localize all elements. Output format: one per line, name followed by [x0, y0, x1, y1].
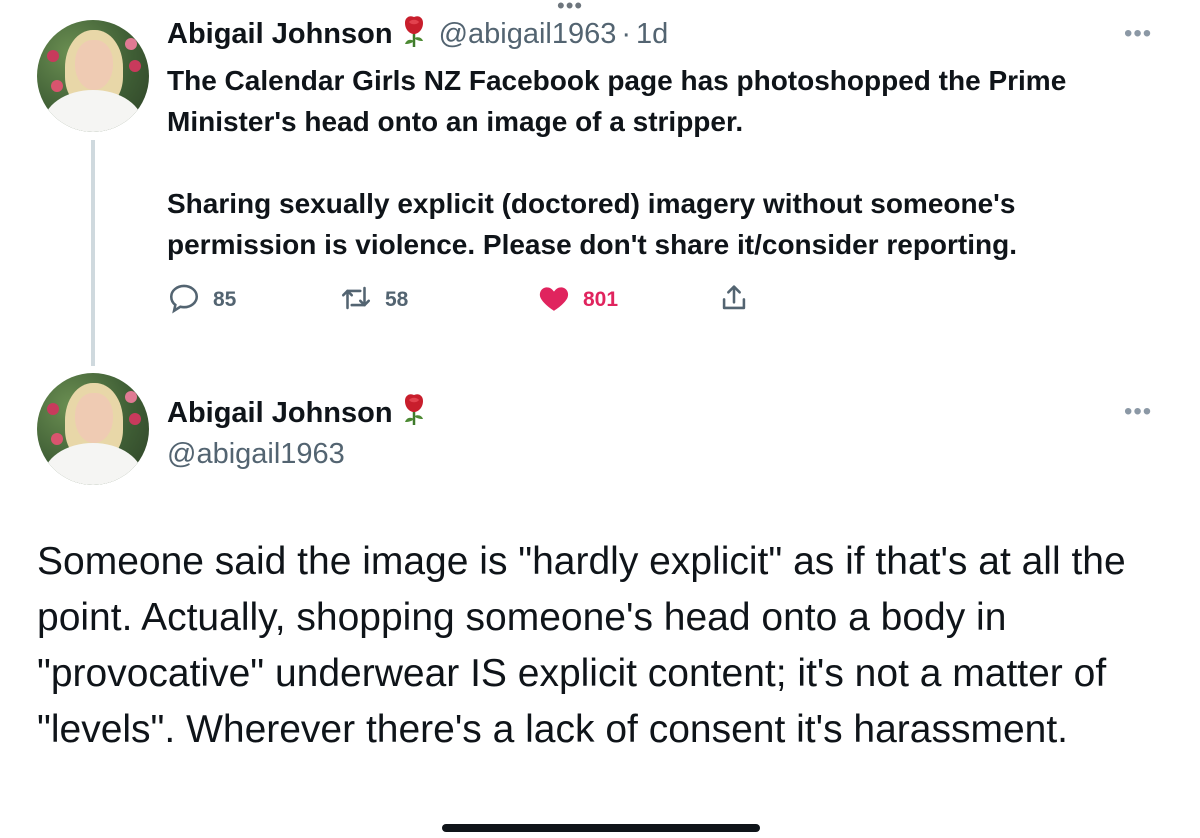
share-button[interactable] — [717, 282, 751, 318]
tweet-time[interactable]: 1d — [636, 18, 668, 50]
avatar[interactable] — [37, 20, 149, 132]
top-more-icon[interactable]: ••• — [557, 0, 583, 17]
rose-icon — [397, 14, 431, 64]
share-icon — [717, 281, 751, 320]
tweet-header: Abigail Johnson @abigail1963 · 1d — [167, 14, 668, 54]
retweet-icon — [339, 281, 373, 320]
reply-button[interactable]: 85 — [167, 282, 236, 318]
thread-line — [91, 140, 95, 366]
separator-dot: · — [621, 18, 632, 51]
home-indicator[interactable] — [442, 824, 760, 832]
tweet-paragraph: The Calendar Girls NZ Facebook page has … — [167, 65, 1067, 137]
more-options-icon[interactable]: ••• — [1124, 20, 1152, 48]
rose-icon — [397, 392, 431, 437]
author-name[interactable]: Abigail Johnson — [167, 397, 393, 429]
like-count: 801 — [583, 288, 619, 311]
author-handle[interactable]: @abigail1963 — [439, 18, 617, 50]
tweet-header: Abigail Johnson @abigail1963 — [167, 392, 431, 474]
retweet-count: 58 — [385, 288, 409, 311]
reply-icon — [167, 281, 201, 320]
tweet-paragraph: Sharing sexually explicit (doctored) ima… — [167, 188, 1018, 260]
heart-icon — [537, 281, 571, 320]
retweet-button[interactable]: 58 — [339, 282, 408, 318]
tweet-actions: 85 58 801 — [167, 282, 787, 318]
author-handle[interactable]: @abigail1963 — [167, 434, 431, 474]
reply-count: 85 — [213, 288, 237, 311]
author-name[interactable]: Abigail Johnson — [167, 18, 393, 50]
avatar[interactable] — [37, 373, 149, 485]
like-button[interactable]: 801 — [537, 282, 618, 318]
tweet-text: The Calendar Girls NZ Facebook page has … — [167, 60, 1167, 265]
author-name-row: Abigail Johnson — [167, 392, 431, 432]
more-options-icon[interactable]: ••• — [1124, 398, 1152, 426]
tweet-text: Someone said the image is "hardly explic… — [37, 540, 1126, 751]
